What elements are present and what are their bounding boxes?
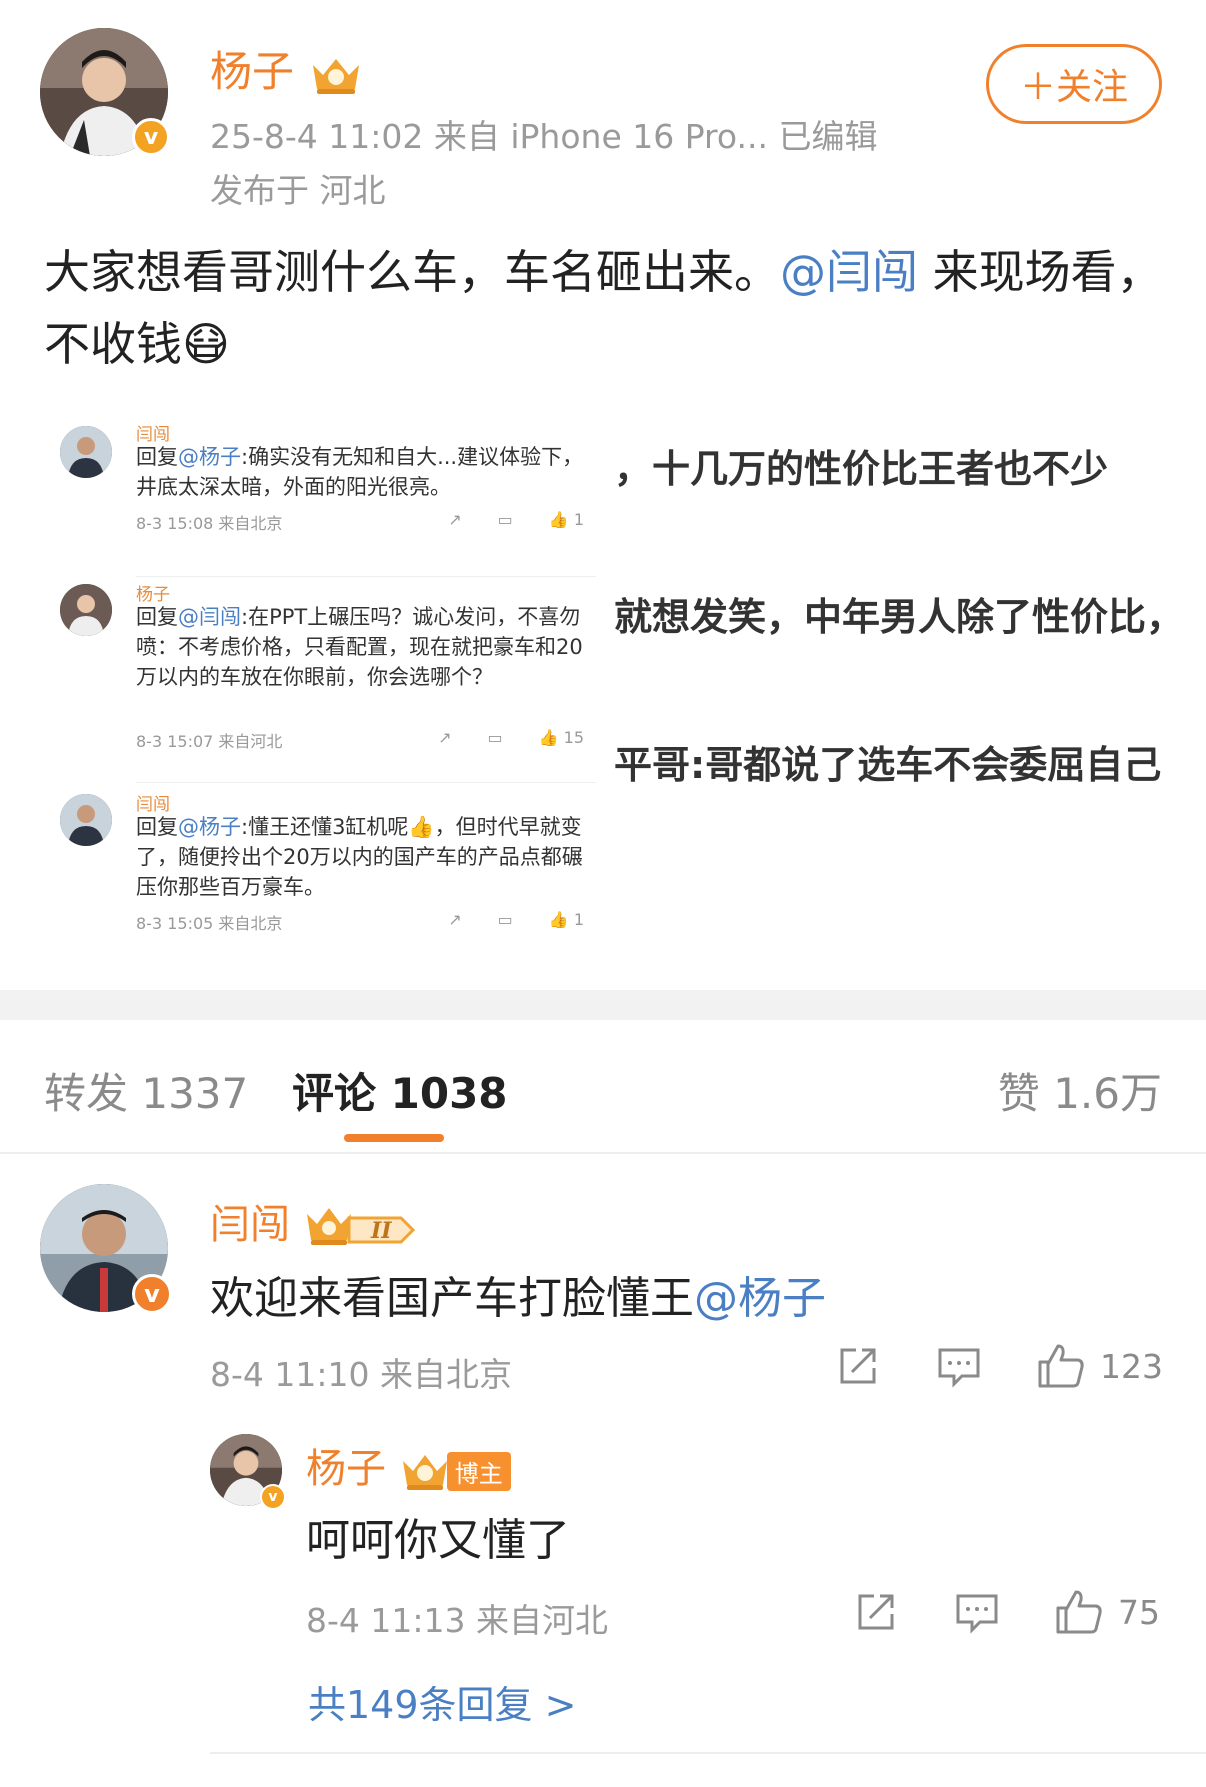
- crown-badge-icon: [313, 58, 360, 94]
- reply-author-name[interactable]: 杨子 博主: [306, 1436, 511, 1494]
- post-mention-link[interactable]: @闫闯: [780, 245, 918, 299]
- tab-like[interactable]: 赞 1.6万: [998, 1060, 1162, 1121]
- verified-v-icon: v: [132, 1274, 172, 1314]
- comment-author-name[interactable]: 闫闯 II: [210, 1192, 419, 1250]
- embedded-comment-meta: 8-3 15:05 来自北京: [136, 914, 283, 933]
- avatar: [60, 794, 112, 846]
- divider: [136, 782, 596, 783]
- follow-button[interactable]: ＋关注: [986, 44, 1162, 124]
- embedded-comment-meta: 8-3 15:08 来自北京: [136, 514, 283, 533]
- share-button[interactable]: [854, 1590, 898, 1634]
- author-badge: 博主: [446, 1451, 511, 1491]
- reply-meta: 8-4 11:13 来自河北: [306, 1601, 608, 1640]
- embedded-line: 就想发笑，中年男人除了性价比，: [614, 595, 1185, 639]
- comment-button[interactable]: [954, 1590, 1000, 1634]
- embedded-comment: 闫闯 回复@杨子:懂王还懂3缸机呢👍，但时代早就变了，随便拎出个20万以内的国产…: [44, 794, 604, 964]
- embedded-comment-panel: 闫闯 回复@杨子:确实没有无知和自大...建议体验下，井底太深太暗，外面的阳光很…: [44, 408, 604, 968]
- divider: [0, 1152, 1206, 1154]
- crown-badge-icon: II: [306, 1208, 415, 1245]
- like-icon: [1038, 1344, 1084, 1388]
- comment-icon: [956, 1594, 998, 1634]
- like-count: 123: [1100, 1346, 1163, 1386]
- crown-badge-icon: [402, 1455, 447, 1490]
- post-text-part1: 大家想看哥测什么车，车名砸出来。: [44, 245, 780, 299]
- section-divider: [0, 990, 1206, 1020]
- post-author-name[interactable]: 杨子: [210, 38, 365, 99]
- like-count: 75: [1118, 1592, 1160, 1632]
- embedded-comment-text: 回复@闫闯:在PPT上碾压吗？诚心发问，不喜勿喷：不考虑价格，只看配置，现在就把…: [136, 605, 583, 689]
- embedded-comment-text: 回复@杨子:确实没有无知和自大...建议体验下，井底太深太暗，外面的阳光很亮。: [136, 445, 584, 499]
- reply-text: 呵呵你又懂了: [306, 1515, 570, 1566]
- comment-icon: [938, 1348, 980, 1388]
- like-icon: [1056, 1590, 1102, 1634]
- post-text: 大家想看哥测什么车，车名砸出来。@闫闯 来现场看，不收钱😷: [44, 236, 1164, 380]
- post-meta: 25-8-4 11:02 来自 iPhone 16 Pro... 已编辑: [210, 117, 878, 156]
- embedded-comment: 杨子 回复@闫闯:在PPT上碾压吗？诚心发问，不喜勿喷：不考虑价格，只看配置，现…: [44, 584, 604, 784]
- comment-mention-link[interactable]: @杨子: [694, 1273, 826, 1324]
- verified-v-icon: v: [132, 118, 170, 156]
- embedded-line: 平哥:哥都说了选车不会委屈自己: [614, 743, 1162, 787]
- embedded-comment-actions: ↗ ▭ 👍 1: [448, 910, 584, 929]
- divider: [136, 576, 596, 577]
- verified-v-icon: v: [260, 1484, 286, 1510]
- active-tab-indicator: [344, 1134, 444, 1142]
- comment-button[interactable]: [936, 1344, 982, 1388]
- divider: [210, 1752, 1206, 1754]
- mask-emoji-icon: 😷: [182, 317, 230, 371]
- embedded-comment-actions: ↗ ▭ 👍 15: [438, 728, 584, 747]
- avatar: [60, 426, 112, 478]
- embedded-comment: 闫闯 回复@杨子:确实没有无知和自大...建议体验下，井底太深太暗，外面的阳光很…: [44, 418, 604, 588]
- embedded-line: ，十几万的性价比王者也不少: [614, 447, 1109, 491]
- tab-comment[interactable]: 评论 1038: [292, 1060, 508, 1121]
- like-button[interactable]: 123: [1036, 1342, 1163, 1390]
- like-button[interactable]: 75: [1054, 1588, 1160, 1636]
- embedded-background-text: ，十几万的性价比王者也不少 就想发笑，中年男人除了性价比， 平哥:哥都说了选车不…: [604, 408, 1184, 968]
- post-location: 发布于 河北: [210, 171, 386, 210]
- post-image[interactable]: 闫闯 回复@杨子:确实没有无知和自大...建议体验下，井底太深太暗，外面的阳光很…: [44, 408, 1184, 968]
- share-button[interactable]: [836, 1344, 880, 1388]
- svg-text:II: II: [370, 1218, 392, 1244]
- embedded-comment-actions: ↗ ▭ 👍 1: [448, 510, 584, 529]
- embedded-comment-meta: 8-3 15:07 来自河北: [136, 732, 283, 751]
- tab-repost[interactable]: 转发 1337: [44, 1060, 248, 1121]
- share-icon: [858, 1594, 894, 1630]
- avatar: [60, 584, 112, 636]
- embedded-comment-text: 回复@杨子:懂王还懂3缸机呢👍，但时代早就变了，随便拎出个20万以内的国产车的产…: [136, 815, 583, 899]
- comment-meta: 8-4 11:10 来自北京: [210, 1355, 512, 1394]
- more-replies-link[interactable]: 共149条回复 >: [308, 1674, 576, 1729]
- share-icon: [840, 1348, 876, 1384]
- comment-text: 欢迎来看国产车打脸懂王@杨子: [210, 1273, 826, 1324]
